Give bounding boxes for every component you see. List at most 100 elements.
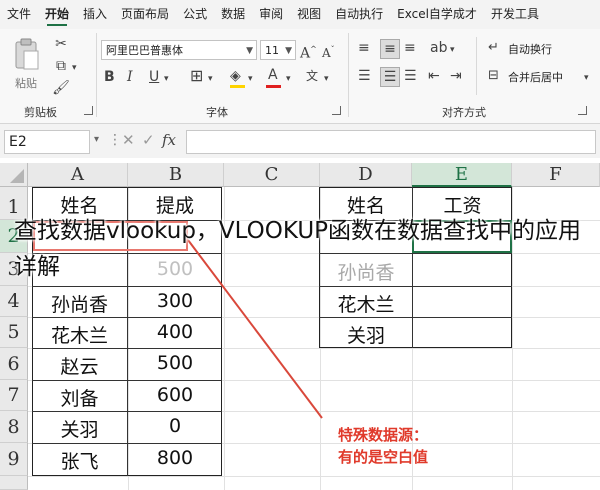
tab-developer[interactable]: 开发工具 [484,0,546,29]
align-bottom-icon[interactable]: ≡ [404,39,416,57]
select-all-corner[interactable] [0,163,28,187]
font-size-value: 11 [265,44,279,57]
tab-view[interactable]: 视图 [290,0,328,29]
font-group-label: 字体 [206,106,228,119]
chevron-down-icon[interactable]: ▾ [450,41,455,59]
cell-a7[interactable]: 刘备 [32,384,127,411]
cell-d4[interactable]: 花木兰 [320,290,412,317]
phonetic-icon[interactable]: 文 [306,67,318,85]
column-header-a[interactable]: A [28,163,128,187]
chevron-down-icon[interactable]: ▾ [94,134,99,145]
insert-function-icon[interactable]: fx [162,131,176,149]
cell-b7[interactable]: 600 [128,384,222,406]
fill-color-icon[interactable]: ◈ [230,67,241,85]
decrease-font-icon[interactable]: Aˇ [322,41,335,62]
more-options-icon[interactable]: ⋮ [108,132,122,148]
select-all-icon [10,169,24,183]
tab-insert[interactable]: 插入 [76,0,114,29]
format-painter-icon[interactable]: 🖌 [52,79,70,97]
row-header-4[interactable]: 4 [0,286,28,317]
wrap-text-label: 自动换行 [508,43,552,56]
annotation-line-2: 有的是空白值 [338,448,429,466]
clipboard-launcher-icon[interactable] [84,106,93,115]
align-right-icon[interactable]: ☰ [404,67,417,85]
orientation-icon[interactable]: ab [430,39,447,57]
chevron-down-icon: ▼ [285,46,292,56]
cell-b4[interactable]: 300 [128,290,222,312]
paste-button[interactable]: 粘贴 [12,37,42,97]
increase-font-icon[interactable]: A^ [300,41,317,63]
row-header-9[interactable]: 9 [0,443,28,476]
cell-a9[interactable]: 张飞 [32,447,127,474]
increase-indent-icon[interactable]: ⇥ [450,67,462,85]
cell-b6[interactable]: 500 [128,352,222,374]
copy-icon[interactable]: ⧉ [52,57,70,75]
chevron-down-icon[interactable]: ▾ [286,70,291,88]
tab-file[interactable]: 文件 [0,0,38,29]
wrap-text-button[interactable]: ↵ 自动换行 [488,39,588,59]
column-header-e[interactable]: E [412,163,512,187]
chevron-down-icon: ▾ [584,73,589,83]
borders-icon[interactable]: ⊞ [190,67,203,85]
name-box[interactable]: E2 [4,130,90,154]
align-middle-icon[interactable]: ≡ [380,39,400,59]
decrease-indent-icon[interactable]: ⇤ [428,67,440,85]
chevron-down-icon[interactable]: ▾ [164,70,169,88]
tab-automate[interactable]: 自动执行 [328,0,390,29]
cell-b8[interactable]: 0 [128,415,222,437]
cancel-icon[interactable]: ✕ [122,131,135,149]
font-color-icon[interactable]: A [268,66,278,84]
align-left-icon[interactable]: ☰ [358,67,371,85]
chevron-down-icon[interactable]: ▾ [324,70,329,88]
column-header-d[interactable]: D [320,163,412,187]
font-name-select[interactable]: 阿里巴巴普惠体 ▼ [101,40,257,60]
italic-icon[interactable]: I [127,68,133,86]
chevron-down-icon[interactable]: ▾ [248,70,253,88]
merge-center-icon: ⊟ [488,68,499,83]
column-header-b[interactable]: B [128,163,224,187]
annotation-line-1: 特殊数据源： [338,426,429,444]
cell-d5[interactable]: 关羽 [320,321,412,348]
underline-icon[interactable]: U [149,68,159,86]
right-table-rule [319,286,512,287]
row-header-8[interactable]: 8 [0,411,28,443]
formula-input[interactable] [186,130,596,154]
enter-icon[interactable]: ✓ [142,131,155,149]
row-header-6[interactable]: 6 [0,348,28,380]
annotation-callout: 特殊数据源： 有的是空白值 [338,424,428,468]
tab-home[interactable]: 开始 [38,0,76,29]
cell-a4[interactable]: 孙尚香 [32,290,127,317]
cut-icon[interactable]: ✂ [52,35,70,53]
cell-a8[interactable]: 关羽 [32,415,127,442]
cell-b5[interactable]: 400 [128,321,222,343]
font-size-select[interactable]: 11 ▼ [260,40,296,60]
font-launcher-icon[interactable] [332,106,341,115]
font-color-swatch [266,85,281,88]
column-header-f[interactable]: F [512,163,600,187]
chevron-down-icon[interactable]: ▾ [72,59,77,77]
chevron-down-icon[interactable]: ▾ [208,70,213,88]
tab-review[interactable]: 审阅 [252,0,290,29]
menu-bar: 文件 开始 插入 页面布局 公式 数据 审阅 视图 自动执行 Excel自学成才… [0,0,600,29]
column-header-c[interactable]: C [224,163,320,187]
cell-a6[interactable]: 赵云 [32,352,127,379]
right-table-rule [319,317,512,318]
row-header-5[interactable]: 5 [0,317,28,348]
merge-center-button[interactable]: ⊟ 合并后居中 ▾ [488,67,598,87]
tab-formulas[interactable]: 公式 [176,0,214,29]
left-table-rule [32,286,222,287]
row-header-7[interactable]: 7 [0,380,28,411]
align-top-icon[interactable]: ≡ [358,39,370,57]
cell-b9[interactable]: 800 [128,447,222,469]
gridline [28,476,600,477]
group-divider [348,33,349,117]
alignment-launcher-icon[interactable] [578,106,587,115]
cell-a5[interactable]: 花木兰 [32,321,127,348]
bold-icon[interactable]: B [104,68,115,86]
overlay-caption: 查找数据vlookup，VLOOKUP函数在数据查找中的应用详解 [14,218,582,280]
tab-page-layout[interactable]: 页面布局 [114,0,176,29]
align-center-icon[interactable]: ☰ [380,67,400,87]
row-header-10[interactable] [0,476,28,490]
tab-data[interactable]: 数据 [214,0,252,29]
tab-excel-self-study[interactable]: Excel自学成才 [390,0,484,29]
